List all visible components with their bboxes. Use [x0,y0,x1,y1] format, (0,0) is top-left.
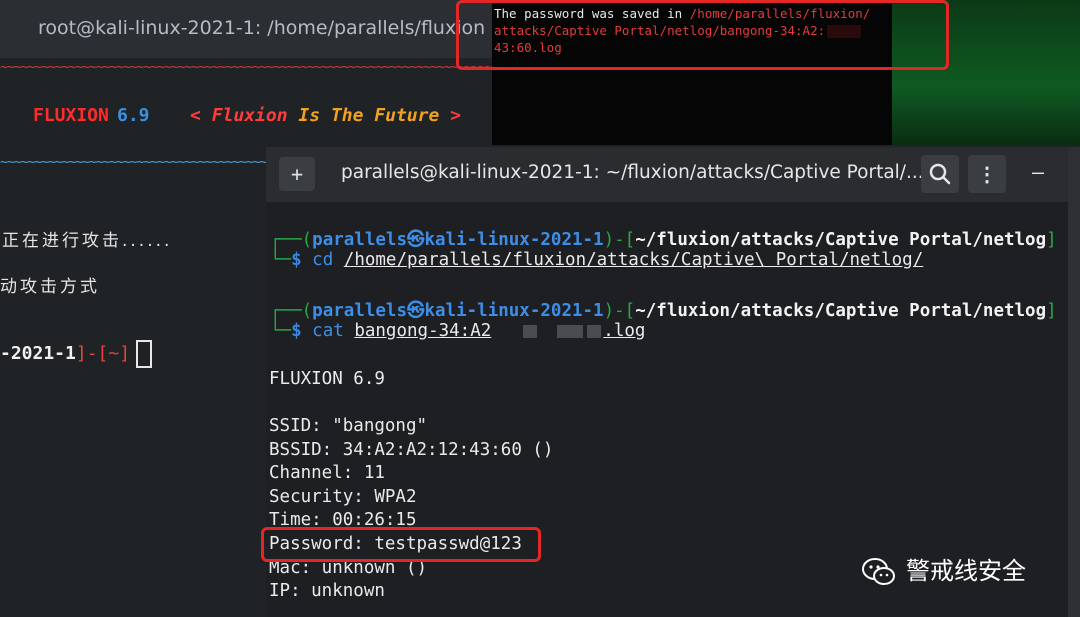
output-line: Security: WPA2 [269,487,417,507]
divider-wave-red: ~~~~~~~~~~~~~~~~~~~~~~~~~~~~~~~~~~~~~~~~… [0,60,492,75]
command-line: └─$ cd /home/parallels/fluxion/attacks/C… [270,250,924,270]
highlight-box-password [261,527,541,562]
prompt-dir: ~ [108,343,120,364]
background-window-title: root@kali-linux-2021-1: /home/parallels/… [38,17,486,39]
minimize-button[interactable]: – [1032,160,1044,184]
window-edge [1068,147,1080,617]
slogan-word: The [330,105,364,126]
attack-mode-text: 动攻击方式 [0,277,100,297]
background-prompt: -2021-1]-[~] [0,340,153,368]
slogan-open: < [190,105,201,126]
prompt-line: ┌──(parallels㉿kali-linux-2021-1)-[~/flux… [270,230,1057,250]
prompt-host: -2021-1 [0,343,76,364]
prompt-host: kali-linux-2021-1 [424,230,604,250]
output-line: BSSID: 34:A2:A2:12:43:60 () [269,440,554,460]
kebab-menu-icon: ⋮ [977,162,997,186]
command-name: cd [312,250,334,270]
prompt-line: ┌──(parallels㉿kali-linux-2021-1)-[~/flux… [270,301,1057,321]
slogan-close: > [450,105,461,126]
fluxion-version: 6.9 [117,105,150,126]
command-name: cat [312,321,344,341]
highlight-box-saved-path [456,0,949,70]
prompt-user: parallels [312,301,407,321]
prompt-at: ㉿ [406,230,425,250]
output-line: FLUXION 6.9 [269,369,385,389]
search-button[interactable] [921,155,959,193]
prompt-user: parallels [312,230,407,250]
terminal-cursor [136,340,153,368]
prompt-host: kali-linux-2021-1 [424,301,604,321]
prompt-sep: ]-[ [75,343,109,364]
command-arg: bangong-34:A2 [354,321,492,341]
output-line: Channel: 11 [269,463,385,483]
fluxion-name: FLUXION [33,105,109,126]
prompt-cwd: ~/fluxion/attacks/Captive Portal/netlog [635,301,1047,321]
wechat-icon [862,558,895,585]
prompt-cwd: ~/fluxion/attacks/Captive Portal/netlog [635,230,1047,250]
prompt-end: ] [119,343,131,364]
redaction-block [587,324,602,338]
output-line: IP: unknown [269,581,385,601]
output-line: SSID: "bangong" [269,416,428,436]
command-arg: /home/parallels/fluxion/attacks/Captive\… [343,250,924,270]
new-tab-button[interactable]: + [279,157,315,191]
main-window-title: parallels@kali-linux-2021-1: ~/fluxion/a… [341,162,924,183]
divider-wave-blue: ~~~~~~~~~~~~~~~~~~~~~~~~~~~~~~~~~~~~~~~~… [0,155,270,170]
watermark: 警戒线安全 [862,551,1026,586]
fluxion-slogan: < Fluxion Is The Future > [190,105,461,126]
redaction-block [557,324,584,338]
slogan-word: Fluxion [211,105,288,126]
command-line: └─$ cat bangong-34:A2 .log [270,321,646,341]
watermark-text: 警戒线安全 [906,557,1026,585]
slogan-word: Is [298,105,321,126]
menu-button[interactable]: ⋮ [968,155,1006,193]
command-arg: .log [603,321,646,341]
slogan-word: Future [374,105,440,126]
prompt-at: ㉿ [406,301,425,321]
search-icon [929,163,951,185]
redaction-block [523,324,538,338]
attacking-status: 正在进行攻击...... [2,231,173,251]
new-tab-icon: + [290,162,304,186]
